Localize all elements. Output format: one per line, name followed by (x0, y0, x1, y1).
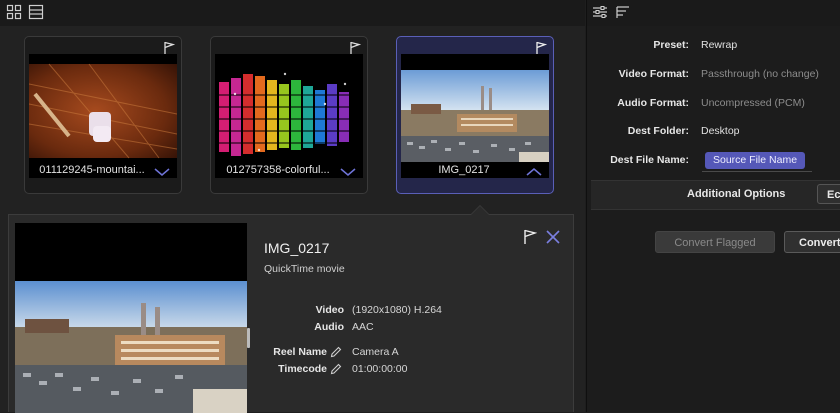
video-label: Video (315, 304, 344, 316)
grid-view-icon[interactable] (6, 4, 24, 22)
sort-lines-icon[interactable] (615, 4, 633, 22)
clip-name: 011129245-mountai... (39, 164, 145, 176)
preset-label: Preset: (653, 39, 689, 51)
clip-card[interactable]: 012757358-colorful... (210, 36, 368, 194)
tag-icon[interactable] (330, 345, 342, 358)
convert-flagged-button[interactable]: Convert Flagged (655, 231, 775, 253)
chevron-down-icon[interactable] (339, 165, 357, 177)
tag-icon[interactable] (330, 362, 342, 375)
clip-name: IMG_0217 (438, 164, 490, 176)
flag-icon[interactable] (349, 41, 362, 55)
chevron-down-icon[interactable] (153, 165, 171, 177)
audio-format-value[interactable]: Uncompressed (PCM) (701, 97, 805, 109)
audio-value: AAC (352, 321, 374, 333)
chevron-up-icon[interactable] (525, 165, 543, 177)
audio-format-label: Audio Format: (617, 97, 689, 109)
scrubber-handle[interactable] (247, 328, 250, 348)
clip-title: IMG_0217 (264, 240, 330, 256)
conversion-settings-panel: Preset: Rewrap Video Format: Passthrough… (586, 0, 840, 412)
clip-browser: 011129245-mountai... 012757358-colorful.… (0, 0, 585, 413)
list-view-icon[interactable] (28, 4, 46, 22)
flag-icon[interactable] (535, 41, 548, 55)
reel-name-value: Camera A (352, 346, 399, 358)
dest-file-name-field[interactable] (702, 171, 812, 172)
clip-card-selected[interactable]: IMG_0217 (396, 36, 554, 194)
clip-preview[interactable] (15, 223, 247, 413)
settings-toolbar (587, 0, 840, 26)
clip-name: 012757358-colorful... (226, 164, 330, 176)
additional-options-bar: Additional Options Ec (591, 180, 840, 210)
flag-icon[interactable] (523, 229, 538, 245)
edit-options-button[interactable]: Ec (817, 184, 840, 204)
dest-folder-value[interactable]: Desktop (701, 125, 740, 137)
clip-card[interactable]: 011129245-mountai... (24, 36, 182, 194)
timecode-label: Timecode (278, 363, 327, 375)
audio-label: Audio (314, 321, 344, 333)
video-format-label: Video Format: (618, 68, 689, 80)
popover-arrow-fill (471, 206, 489, 215)
clip-thumbnail (29, 54, 177, 178)
clip-thumbnail (215, 54, 363, 178)
clip-thumbnail (401, 54, 549, 178)
video-format-value[interactable]: Passthrough (no change) (701, 68, 819, 80)
additional-options-label: Additional Options (687, 188, 786, 200)
flag-icon[interactable] (163, 41, 176, 55)
clip-type: QuickTime movie (264, 263, 345, 275)
reel-name-label: Reel Name (273, 346, 327, 358)
dest-file-name-label: Dest File Name: (610, 154, 689, 166)
close-icon[interactable] (545, 229, 561, 245)
dest-folder-label: Dest Folder: (627, 125, 689, 137)
dest-file-name-token[interactable]: Source File Name (705, 152, 806, 169)
video-value: (1920x1080) H.264 (352, 304, 442, 316)
preset-value[interactable]: Rewrap (701, 39, 737, 51)
convert-button[interactable]: Convert (784, 231, 840, 253)
browser-toolbar (0, 0, 585, 26)
timecode-value: 01:00:00:00 (352, 363, 408, 375)
clip-detail-popover: IMG_0217 QuickTime movie Video (1920x108… (8, 214, 574, 413)
sliders-icon[interactable] (592, 4, 610, 22)
